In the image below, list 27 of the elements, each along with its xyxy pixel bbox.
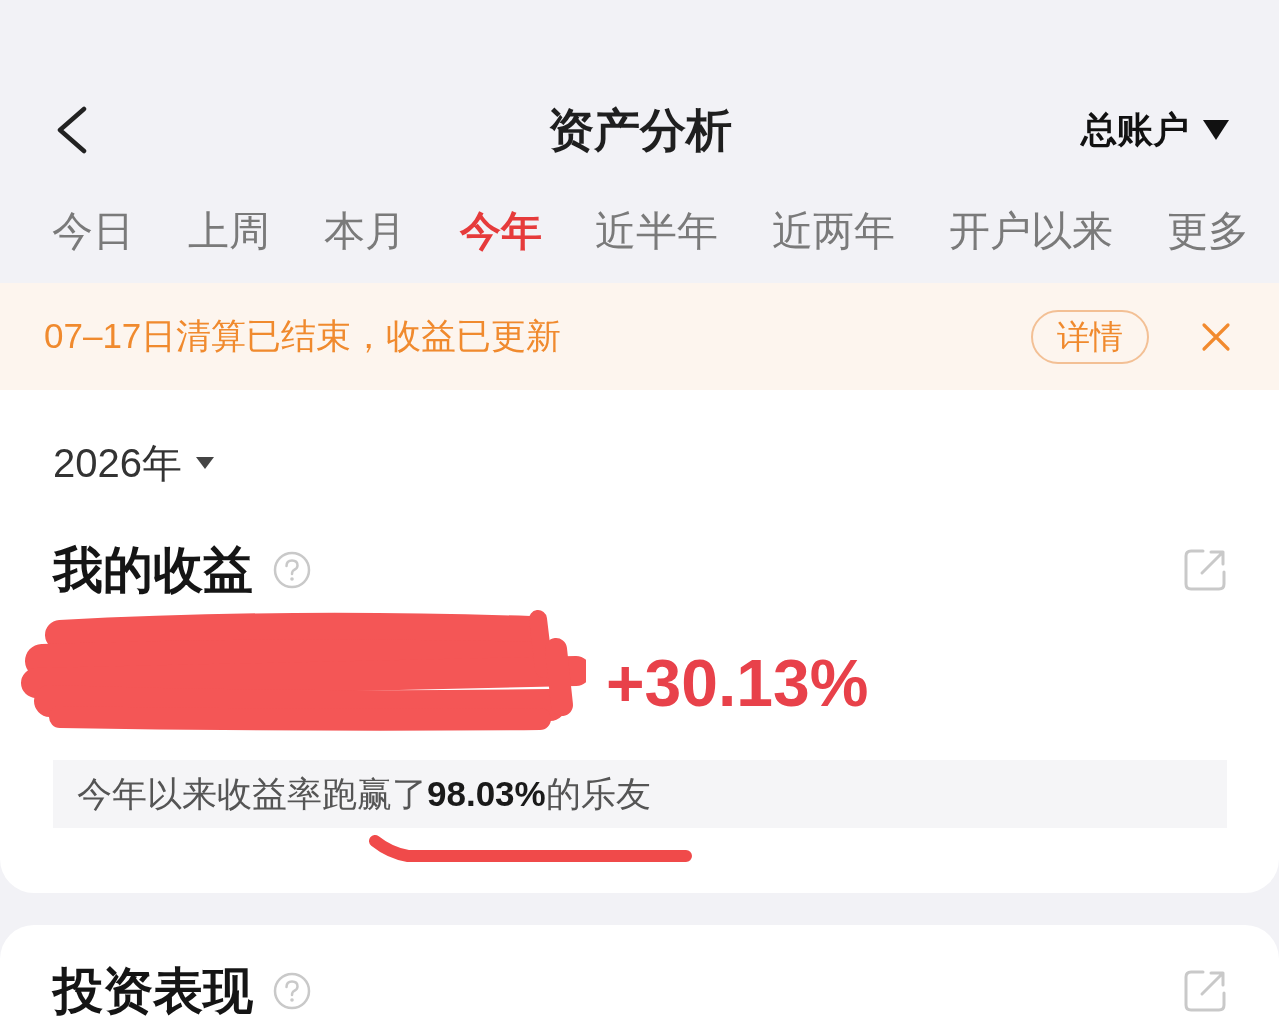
back-icon	[55, 106, 89, 154]
share-icon[interactable]	[1183, 548, 1227, 592]
section-title: 我的收益	[53, 541, 253, 600]
period-tab[interactable]: 上周	[187, 206, 270, 257]
period-tab[interactable]: 近半年	[595, 206, 719, 257]
close-icon	[1201, 321, 1231, 352]
period-tab[interactable]: 今年	[459, 206, 542, 257]
help-icon[interactable]	[273, 551, 311, 589]
period-tab[interactable]: 今日	[52, 206, 134, 257]
period-tab[interactable]: 近两年	[772, 206, 896, 257]
return-rate: +30.13%	[606, 650, 869, 716]
period-tab[interactable]: 更多	[1166, 206, 1249, 257]
notice-text: 07–17日清算已结束，收益已更新	[44, 315, 563, 357]
caret-icon	[1203, 120, 1229, 140]
share-icon[interactable]	[1183, 969, 1227, 1013]
period-tab[interactable]: 开户以来	[949, 206, 1114, 257]
caret-icon	[196, 457, 214, 469]
ranking-text: 今年以来收益率跑赢了98.03%的乐友	[77, 772, 651, 815]
details-button[interactable]: 详情	[1031, 309, 1149, 364]
help-icon[interactable]	[273, 972, 311, 1010]
back-button[interactable]	[55, 106, 89, 154]
page-title: 资产分析	[547, 104, 732, 156]
period-tab[interactable]: 本月	[323, 206, 406, 257]
account-dropdown[interactable]: 总账户	[1081, 108, 1229, 152]
year-dropdown[interactable]: 2026年	[53, 438, 214, 488]
section-title: 投资表现	[53, 962, 253, 1021]
close-button[interactable]	[1201, 321, 1231, 352]
